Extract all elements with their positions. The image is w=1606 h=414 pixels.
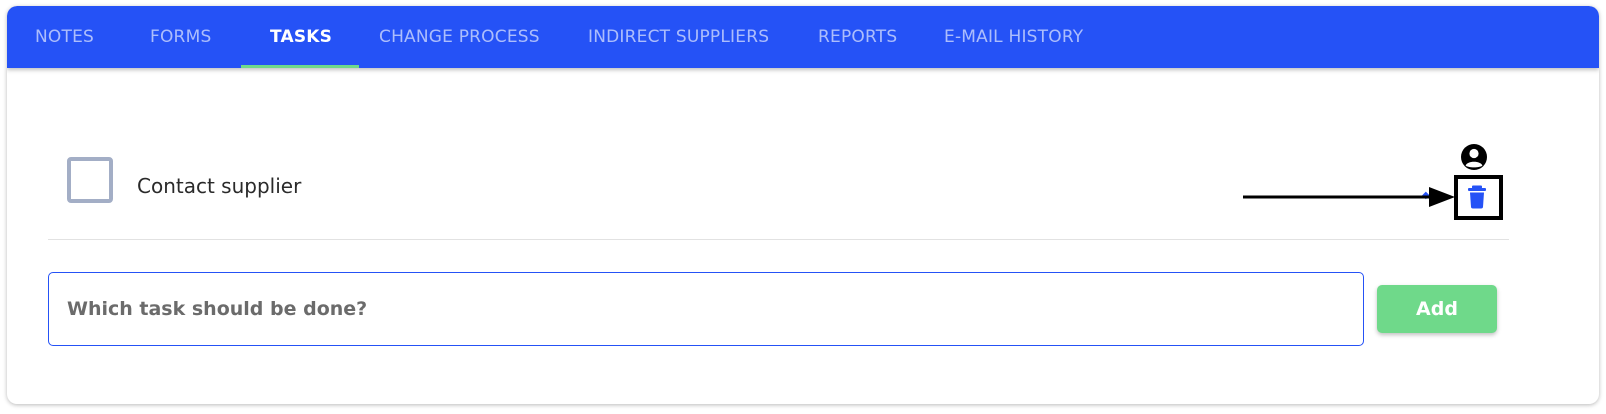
task-label: Contact supplier [137, 174, 302, 198]
trash-icon[interactable] [1467, 185, 1487, 209]
add-task-button[interactable]: Add [1377, 285, 1497, 333]
new-task-input[interactable] [48, 272, 1364, 346]
arrow-annotation-icon [1243, 187, 1455, 207]
tab-tasks[interactable]: TASKS [270, 6, 332, 68]
tab-email-history[interactable]: E-MAIL HISTORY [944, 6, 1083, 68]
user-circle-icon[interactable] [1460, 143, 1488, 171]
tab-indirect-suppliers[interactable]: INDIRECT SUPPLIERS [588, 6, 769, 68]
tasks-card: NOTES FORMS TASKS CHANGE PROCESS INDIREC… [7, 6, 1599, 404]
active-tab-indicator [241, 65, 359, 68]
tab-forms[interactable]: FORMS [150, 6, 211, 68]
task-item: Contact supplier ◆ [48, 118, 1509, 240]
task-checkbox[interactable] [67, 157, 113, 203]
tab-bar: NOTES FORMS TASKS CHANGE PROCESS INDIREC… [7, 6, 1599, 68]
tab-change-process[interactable]: CHANGE PROCESS [379, 6, 540, 68]
tab-notes[interactable]: NOTES [35, 6, 94, 68]
tab-reports[interactable]: REPORTS [818, 6, 897, 68]
